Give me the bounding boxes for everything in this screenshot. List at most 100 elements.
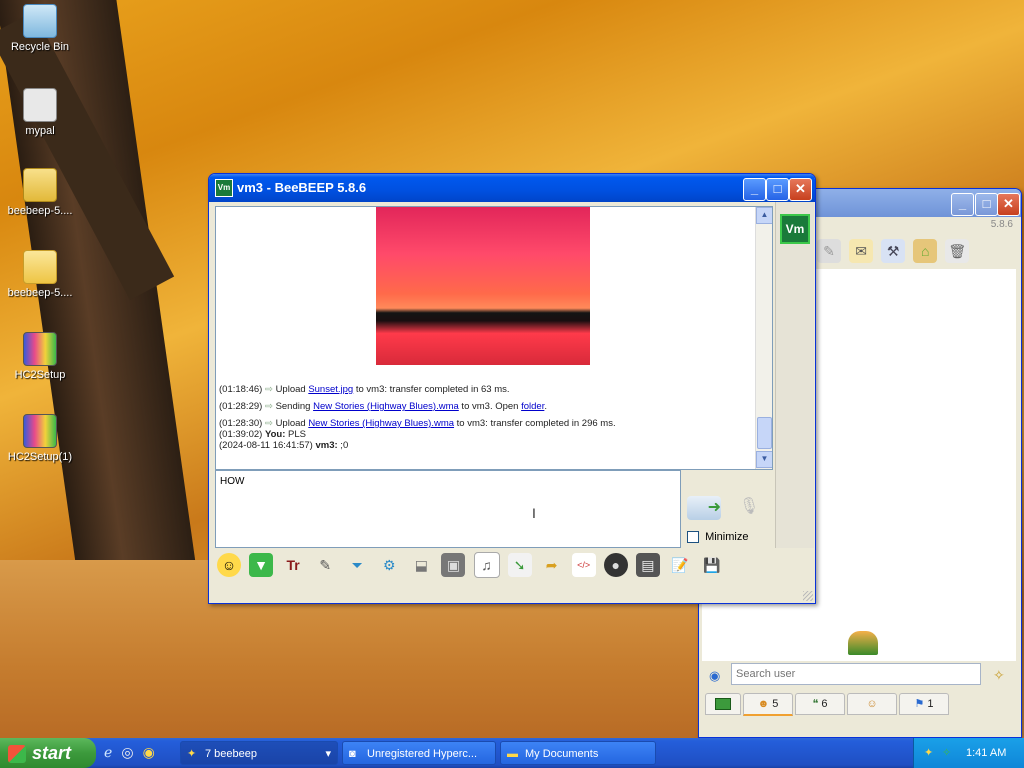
tray-beebeep-icon[interactable]: ✦ — [924, 738, 933, 768]
send-arrow-icon: ➜ — [707, 499, 721, 516]
font-icon[interactable]: Tr — [281, 553, 305, 577]
minimize-checkbox[interactable] — [687, 531, 699, 544]
music-note-icon[interactable]: ♫ — [473, 552, 500, 578]
message-input[interactable]: HOW I — [215, 470, 681, 548]
minimize-checkbox-row: Minimize — [687, 531, 748, 544]
desktop-icon-label: beebeep-5.... — [7, 205, 73, 217]
installer-icon — [23, 332, 57, 366]
task-label: My Documents — [525, 748, 599, 760]
ie-icon[interactable]: ℯ — [104, 744, 112, 760]
task-hypercam[interactable]: ◙ Unregistered Hyperc... — [342, 741, 496, 765]
home-icon[interactable]: ⌂ — [913, 239, 938, 263]
download-icon[interactable]: ▼ — [249, 553, 274, 577]
task-beebeep[interactable]: ✦ 7 beebeep ▾ — [180, 741, 338, 765]
file-link[interactable]: New Stories (Highway Blues).wma — [313, 401, 459, 412]
notepad-icon[interactable]: 📝 — [668, 553, 692, 577]
minimize-button[interactable]: _ — [951, 193, 974, 216]
broom-icon[interactable]: ✧ — [993, 667, 1005, 684]
screenshot-icon[interactable]: ▣ — [441, 553, 466, 577]
chats-tab-icon: ❝ — [812, 698, 819, 710]
tab-chats[interactable]: ❝ 6 — [795, 693, 845, 715]
emoticon-icon[interactable]: ☺ — [217, 553, 241, 577]
chat-scrollbar[interactable]: ▲ ▼ — [755, 207, 772, 469]
tray-network-icon[interactable]: ✧ — [942, 738, 951, 768]
file-link[interactable]: New Stories (Highway Blues).wma — [308, 418, 454, 429]
message-time: (2024-08-11 16:41:57) — [219, 440, 313, 451]
desktop-icon-hc2setup-1[interactable]: HC2Setup(1) — [0, 414, 80, 463]
message-time: (01:18:46) — [219, 384, 263, 395]
close-button[interactable]: ✕ — [789, 178, 812, 201]
desktop-icon-label: HC2Setup — [14, 369, 66, 381]
webcam-icon[interactable]: ● — [603, 553, 628, 577]
chats-count: 6 — [821, 698, 828, 710]
task-label: Unregistered Hyperc... — [367, 748, 478, 760]
window-title: vm3 - BeeBEEP 5.8.6 — [237, 180, 367, 195]
desktop-icon-beebeep-zip[interactable]: beebeep-5.... — [0, 168, 80, 217]
tab-shares[interactable]: ⚑ 1 — [899, 693, 949, 715]
bottom-tabs: ☻ 5 ❝ 6 ☺ ⚑ 1 — [705, 693, 1015, 716]
message-text: to vm3: transfer completed in 296 ms. — [454, 418, 616, 429]
message-text: Upload — [275, 418, 309, 429]
color-pencil-icon[interactable]: ✎ — [313, 553, 337, 577]
groups-tab-icon: ☺ — [866, 698, 878, 710]
resize-grip[interactable] — [803, 591, 813, 601]
scroll-down-arrow-icon[interactable]: ▼ — [756, 451, 772, 468]
sunset-image — [376, 207, 590, 365]
task-my-documents[interactable]: ▬ My Documents — [500, 741, 656, 765]
message-text: to vm3. Open — [458, 401, 522, 412]
send-file-icon[interactable]: ➘ — [507, 553, 532, 577]
start-button[interactable]: start — [0, 738, 96, 768]
recycle-bin-icon — [23, 4, 57, 38]
folder-link[interactable]: folder — [521, 401, 544, 412]
search-user-input[interactable] — [731, 663, 981, 685]
message-text: . — [544, 401, 547, 412]
send-folder-icon[interactable]: ➦ — [540, 553, 564, 577]
history-icon[interactable]: ▤ — [635, 553, 660, 577]
save-icon[interactable]: 💾 — [700, 553, 724, 577]
upload-icon: ⇨ — [264, 384, 273, 395]
tab-users[interactable]: ☻ 5 — [743, 693, 793, 716]
desktop-icon-beebeep-folder[interactable]: beebeep-5.... — [0, 250, 80, 299]
tab-groups[interactable]: ☺ — [847, 693, 897, 715]
message-input-text: HOW — [220, 476, 245, 487]
filter-icon[interactable]: ⏷ — [345, 553, 369, 577]
chat-message: (01:28:30) ⇨ Upload New Stories (Highway… — [219, 418, 616, 429]
chat-toolbar: ☺ ▼ Tr ✎ ⏷ ⚙ ⬓ ▣ ♫ ➘ ➦ </> ● ▤ 📝 💾 — [217, 552, 729, 578]
desktop-icon-hc2setup[interactable]: HC2Setup — [0, 332, 80, 381]
user-avatar[interactable]: Vm — [780, 214, 810, 244]
sending-icon: ⇨ — [264, 401, 273, 412]
inbox-icon[interactable]: ⬓ — [409, 553, 433, 577]
desktop-icon-label: Recycle Bin — [10, 41, 70, 53]
maximize-button[interactable]: □ — [766, 178, 789, 201]
quick-launch: ℯ ◎ ◉ — [104, 744, 155, 761]
message-text: to vm3: transfer completed in 63 ms. — [353, 384, 510, 395]
scroll-up-arrow-icon[interactable]: ▲ — [756, 207, 772, 224]
trash-icon[interactable]: 🗑 — [945, 239, 970, 263]
compose-icon[interactable]: ✉ — [849, 239, 874, 263]
taskbar: start ℯ ◎ ◉ ✦ 7 beebeep ▾ ◙ Unregistered Hy… — [0, 738, 1024, 768]
tab-log[interactable] — [705, 693, 741, 715]
settings-gear-icon[interactable]: ⚙ — [377, 553, 401, 577]
microphone-icon[interactable]: 🎙 — [739, 496, 759, 522]
beebeep-icon: ✦ — [187, 748, 197, 760]
file-link[interactable]: Sunset.jpg — [308, 384, 353, 395]
desktop-icon-recycle-bin[interactable]: Recycle Bin — [0, 4, 80, 53]
scrollbar-thumb[interactable] — [757, 417, 772, 449]
maximize-button[interactable]: □ — [975, 193, 998, 216]
messenger-icon[interactable]: ◉ — [143, 744, 155, 760]
installer-icon — [23, 414, 57, 448]
minimize-button[interactable]: _ — [743, 178, 766, 201]
edit-icon[interactable]: ✎ — [817, 239, 841, 263]
desktop-icon-mypal[interactable]: mypal — [0, 88, 80, 137]
chat-window-titlebar[interactable]: Vm vm3 - BeeBEEP 5.8.6 _ □ ✕ — [209, 174, 815, 202]
chat-window[interactable]: Vm vm3 - BeeBEEP 5.8.6 _ □ ✕ (01:18:46) … — [208, 173, 816, 604]
html-code-icon[interactable]: </> — [571, 553, 596, 577]
close-button[interactable]: ✕ — [997, 193, 1020, 216]
chat-message: (01:39:02) You: PLS — [219, 429, 306, 440]
clock[interactable]: 1:41 AM — [966, 738, 1006, 768]
tools-icon[interactable]: ⚒ — [881, 239, 906, 263]
media-player-icon[interactable]: ◎ — [121, 744, 133, 760]
chat-history[interactable]: (01:18:46) ⇨ Upload Sunset.jpg to vm3: t… — [215, 206, 773, 470]
send-button[interactable]: ➜ — [687, 496, 721, 520]
users-icon — [848, 631, 878, 655]
